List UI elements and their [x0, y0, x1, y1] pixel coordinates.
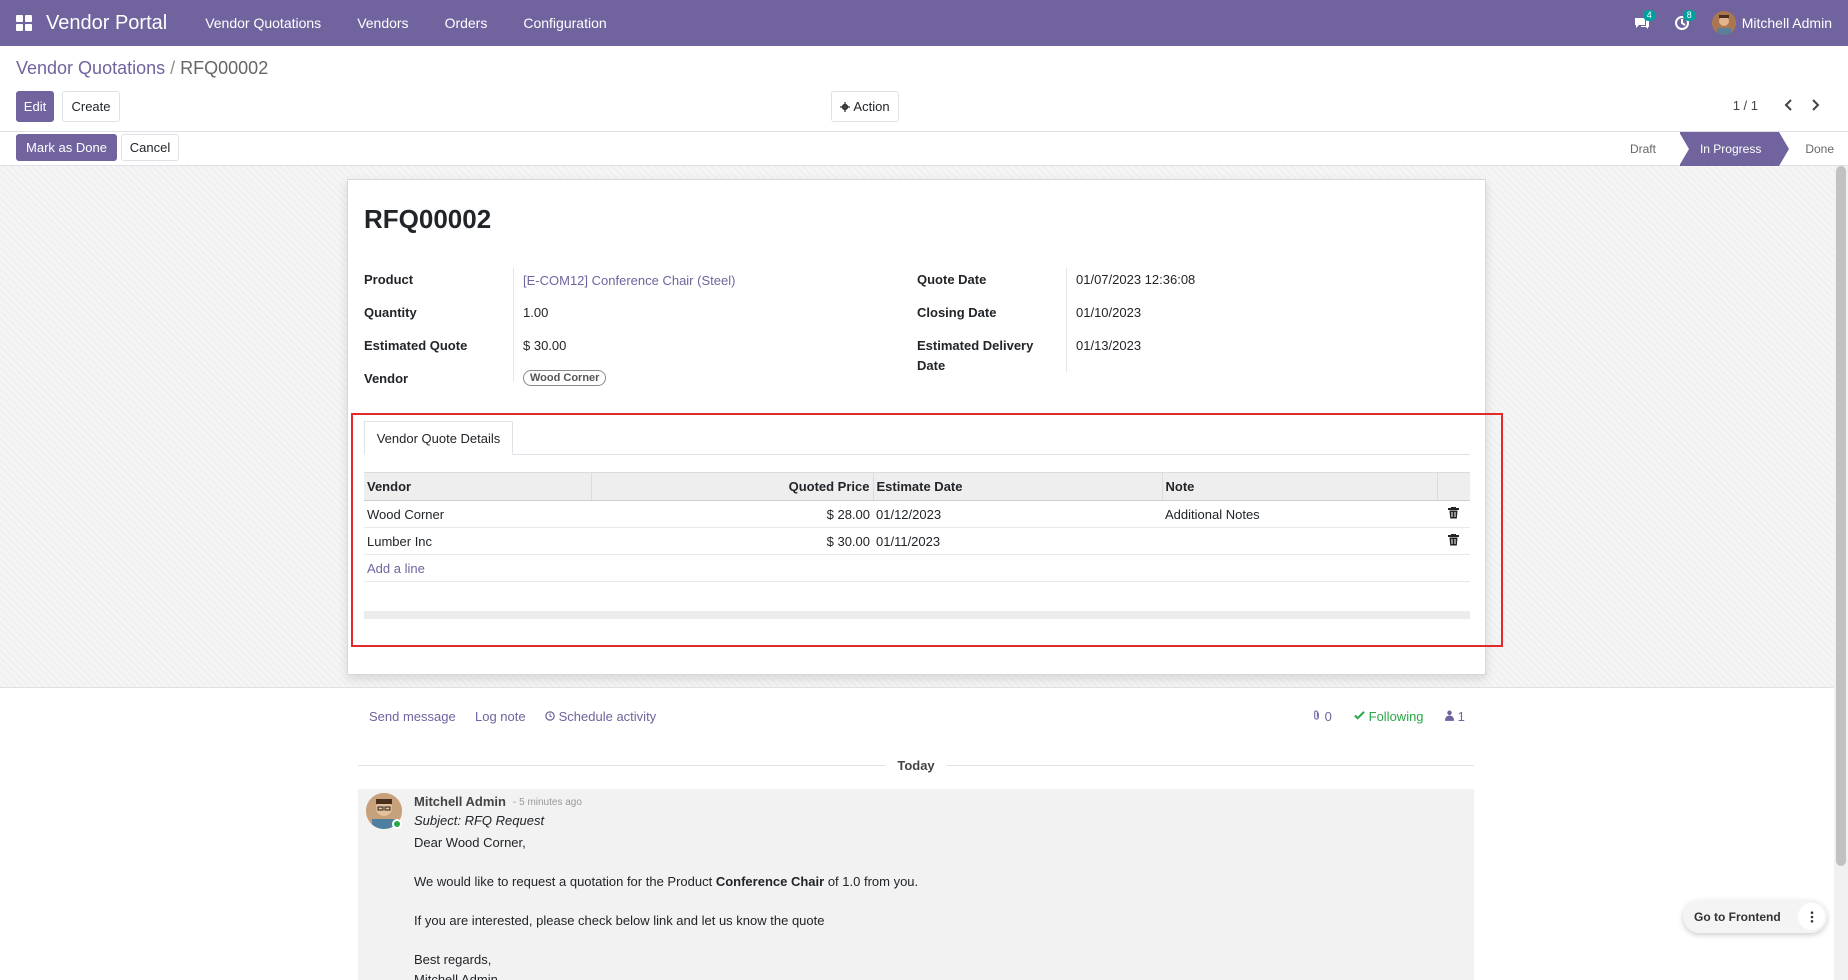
user-icon — [1445, 710, 1454, 721]
create-button[interactable]: Create — [62, 91, 120, 122]
log-note-button[interactable]: Log note — [475, 709, 526, 724]
app-brand[interactable]: Vendor Portal — [46, 12, 167, 35]
message-interest: If you are interested, please check belo… — [414, 913, 825, 928]
status-bar: Mark as Done Cancel Draft In Progress Do… — [0, 131, 1848, 166]
kebab-icon — [1810, 910, 1813, 923]
chevron-right-icon — [1812, 99, 1820, 111]
status-step-in-progress[interactable]: In Progress — [1678, 132, 1790, 166]
quantity-label: Quantity — [364, 305, 417, 320]
status-step-draft[interactable]: Draft — [1616, 132, 1670, 166]
message-product: Conference Chair — [715, 874, 825, 889]
message-body: We would like to request a quotation for… — [414, 874, 918, 889]
messaging-button[interactable]: 4 — [1622, 0, 1662, 46]
activities-button[interactable]: 8 — [1662, 0, 1702, 46]
attachments-count: 0 — [1324, 709, 1332, 724]
estimated-quote-label: Estimated Quote — [364, 338, 468, 353]
chevron-left-icon — [1784, 99, 1792, 111]
date-separator: Today — [358, 757, 1475, 773]
followers-count: 1 — [1457, 709, 1465, 724]
estimated-delivery-value: 01/13/2023 — [1076, 338, 1142, 353]
quote-date-label: Quote Date — [917, 272, 987, 287]
message-body-post: of 1.0 from you. — [824, 874, 919, 889]
edit-button[interactable]: Edit — [16, 91, 54, 122]
clock-icon — [545, 711, 555, 721]
highlight-box — [351, 413, 1503, 647]
message-regards: Best regards, — [414, 952, 492, 967]
attachments-button[interactable]: 0 — [1312, 709, 1332, 724]
schedule-activity-button[interactable]: Schedule activity — [545, 709, 656, 724]
quantity-value: 1.00 — [523, 305, 549, 320]
following-label: Following — [1368, 709, 1424, 724]
scrollbar-thumb[interactable] — [1836, 166, 1846, 866]
breadcrumb-current: RFQ00002 — [180, 58, 269, 78]
menu-vendor-quotations[interactable]: Vendor Quotations — [187, 0, 339, 46]
vendor-label: Vendor — [364, 371, 409, 386]
mark-as-done-button[interactable]: Mark as Done — [16, 134, 117, 161]
cancel-button[interactable]: Cancel — [121, 134, 179, 161]
message-subject: Subject: RFQ Request — [414, 813, 545, 828]
user-avatar — [1711, 11, 1736, 35]
action-button[interactable]: Action — [831, 91, 899, 122]
quote-date-value: 01/07/2023 12:36:08 — [1076, 272, 1196, 287]
closing-date-label: Closing Date — [917, 305, 997, 320]
chatter-message: Mitchell Admin - 5 minutes ago Subject: … — [358, 789, 1474, 980]
left-field-separator — [513, 268, 514, 382]
message-author[interactable]: Mitchell Admin — [414, 794, 506, 809]
online-status-dot — [392, 819, 402, 829]
messages-count-badge: 4 — [1642, 10, 1656, 21]
action-label: Action — [853, 99, 890, 114]
product-label: Product — [364, 272, 414, 287]
status-step-done[interactable]: Done — [1779, 132, 1848, 166]
estimated-quote-value: $ 30.00 — [523, 338, 567, 353]
closing-date-value: 01/10/2023 — [1076, 305, 1142, 320]
message-body-pre: We would like to request a quotation for… — [414, 874, 716, 889]
message-signature: Mitchell Admin — [414, 972, 498, 980]
date-separator-label: Today — [897, 757, 935, 773]
message-time: - 5 minutes ago — [513, 797, 582, 808]
send-message-button[interactable]: Send message — [369, 709, 456, 724]
control-panel: Vendor Quotations / RFQ00002 Edit Create… — [0, 46, 1848, 166]
apps-menu-icon[interactable] — [0, 0, 48, 46]
product-value[interactable]: [E-COM12] Conference Chair (Steel) — [523, 273, 735, 288]
status-steps: Draft In Progress Done — [1616, 132, 1848, 166]
go-to-frontend-button[interactable]: Go to Frontend — [1683, 900, 1827, 933]
check-icon — [1354, 711, 1365, 720]
following-button[interactable]: Following — [1354, 709, 1424, 724]
go-to-frontend-label: Go to Frontend — [1694, 909, 1781, 924]
page-scrollbar[interactable] — [1834, 166, 1848, 980]
message-greeting: Dear Wood Corner, — [414, 835, 526, 850]
vendor-value: Wood Corner — [523, 369, 607, 386]
gear-icon — [840, 101, 851, 112]
schedule-activity-label: Schedule activity — [558, 709, 657, 724]
activities-count-badge: 8 — [1682, 10, 1696, 21]
more-options-button[interactable] — [1798, 903, 1825, 930]
user-menu[interactable]: Mitchell Admin — [1702, 0, 1848, 46]
breadcrumb: Vendor Quotations / RFQ00002 — [16, 58, 268, 79]
estimated-delivery-label-line2: Date — [917, 358, 946, 373]
breadcrumb-parent[interactable]: Vendor Quotations — [16, 58, 165, 78]
menu-orders[interactable]: Orders — [427, 0, 506, 46]
pager-value[interactable]: 1 / 1 — [1733, 98, 1758, 113]
menu-configuration[interactable]: Configuration — [505, 0, 624, 46]
right-field-separator — [1066, 268, 1067, 372]
followers-button[interactable]: 1 — [1445, 709, 1465, 724]
top-navbar: Vendor Portal Vendor Quotations Vendors … — [0, 0, 1848, 46]
user-name: Mitchell Admin — [1741, 15, 1832, 31]
paperclip-icon — [1314, 710, 1319, 720]
pager-next-button[interactable] — [1806, 95, 1826, 115]
record-title: RFQ00002 — [364, 204, 492, 234]
breadcrumb-separator: / — [170, 58, 176, 78]
pager-previous-button[interactable] — [1778, 95, 1798, 115]
estimated-delivery-label: Estimated Delivery — [917, 338, 1034, 353]
menu-vendors[interactable]: Vendors — [339, 0, 426, 46]
vendor-tag[interactable]: Wood Corner — [523, 370, 607, 386]
